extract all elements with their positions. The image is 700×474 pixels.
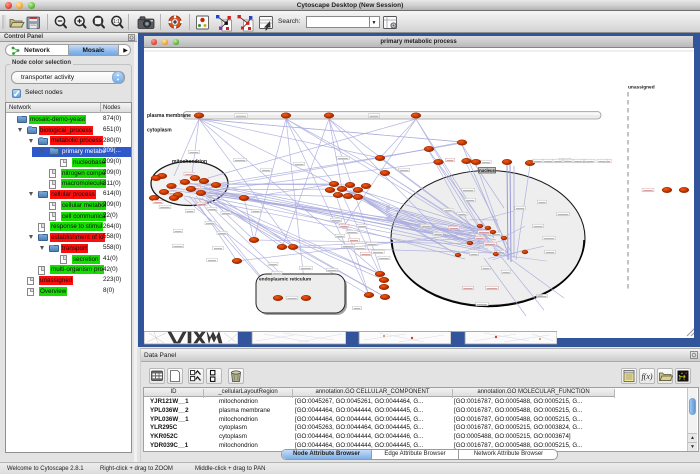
svg-text:cytoplasm: cytoplasm xyxy=(147,128,172,134)
svg-text:nucleus: nucleus xyxy=(479,168,495,173)
svg-text:plasma membrane: plasma membrane xyxy=(147,113,191,119)
svg-text:f(x): f(x) xyxy=(641,372,652,381)
svg-text:unassigned: unassigned xyxy=(628,85,655,91)
svg-text:mitochondrion: mitochondrion xyxy=(172,159,207,165)
svg-text:endoplasmic reticulum: endoplasmic reticulum xyxy=(259,277,311,283)
svg-text:1:1: 1:1 xyxy=(113,19,120,25)
